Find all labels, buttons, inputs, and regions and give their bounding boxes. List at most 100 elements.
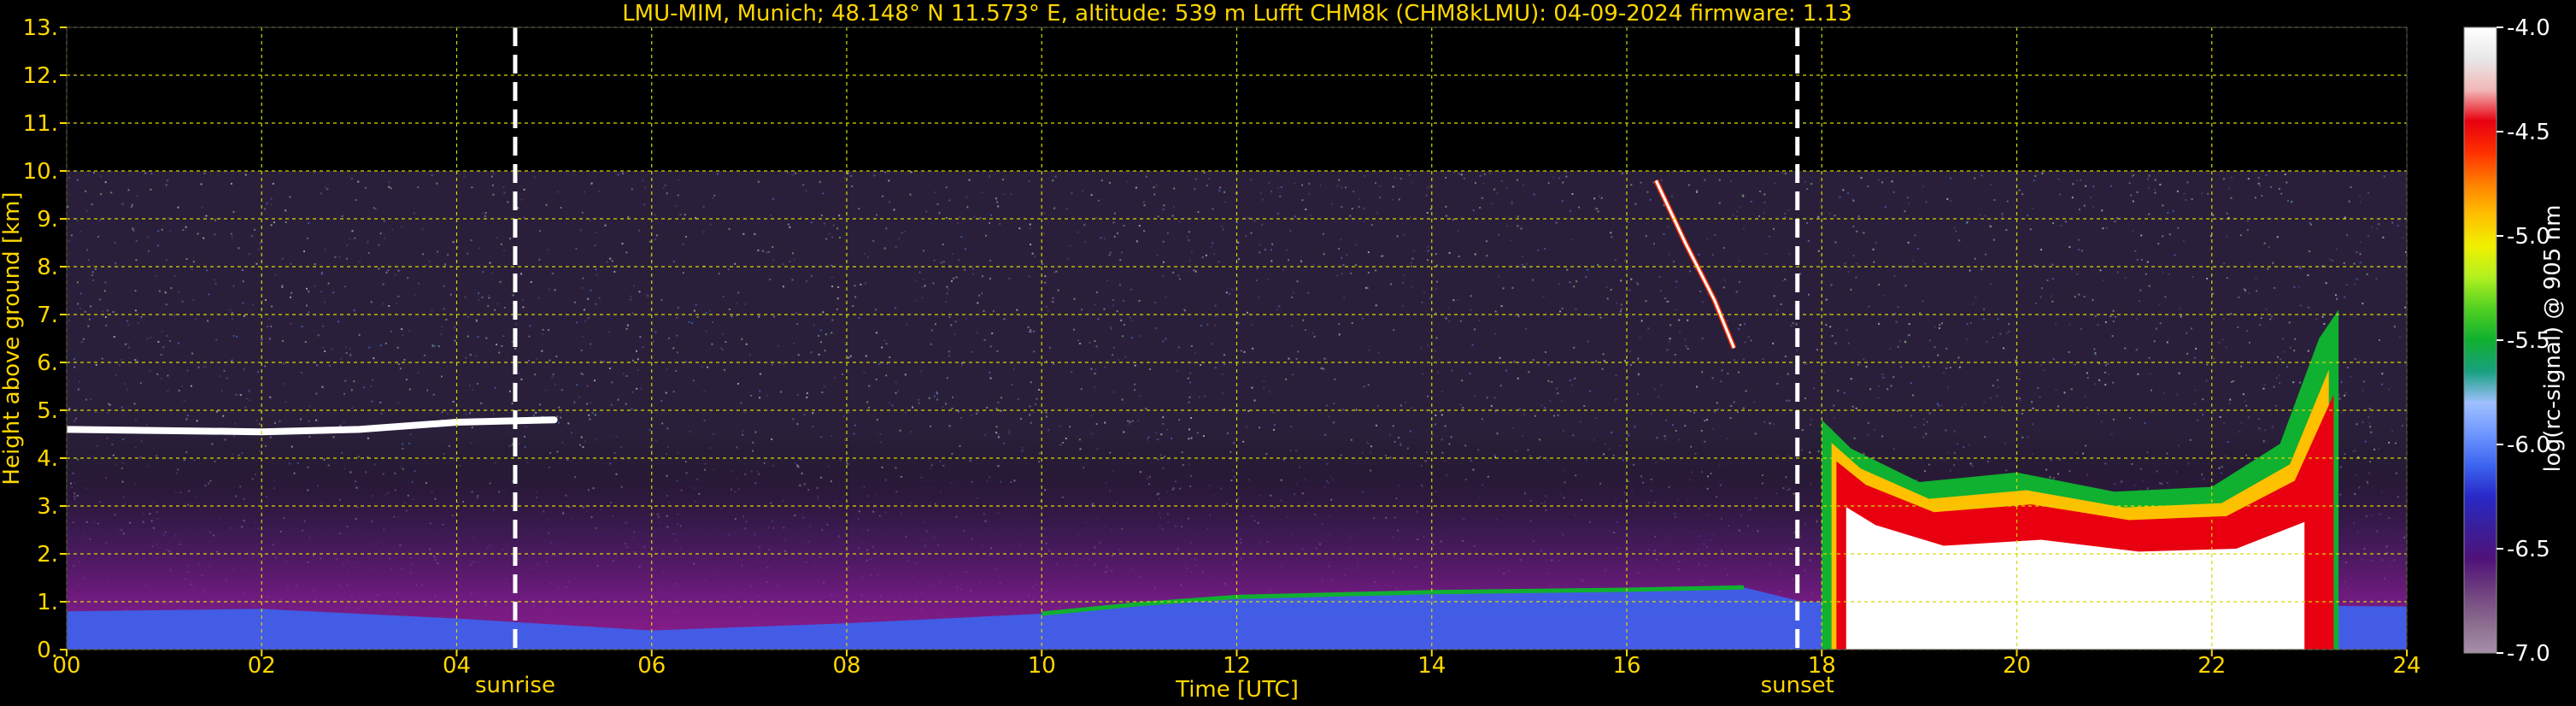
noise-dot [1957,356,1960,359]
noise-dot [789,226,791,228]
noise-dot [1278,305,1281,308]
noise-dot [1773,423,1775,426]
noise-dot [1246,426,1247,428]
noise-dot [1435,288,1437,291]
noise-dot [2083,296,2086,297]
noise-dot [397,295,400,297]
noise-dot [952,396,954,398]
noise-dot [1142,201,1145,203]
noise-dot [1351,322,1353,324]
noise-dot [1481,197,1483,199]
noise-dot [1630,184,1633,186]
noise-dot [1666,349,1669,351]
noise-dot [2021,412,2023,415]
noise-dot [423,354,425,356]
noise-dot [866,401,869,403]
noise-dot [2325,282,2327,285]
noise-dot [996,201,999,203]
noise-dot [685,236,687,238]
noise-dot [1090,415,1093,417]
noise-dot [477,383,479,385]
noise-dot [1462,407,1464,409]
noise-dot [2265,174,2268,177]
y-tick-label: 1. [37,590,58,615]
noise-dot [1408,174,1411,176]
noise-dot [261,338,263,341]
noise-dot [965,317,967,320]
noise-dot [891,404,894,407]
noise-dot [414,294,416,297]
noise-dot [1445,205,1447,208]
noise-dot [373,357,375,360]
noise-dot [2359,241,2362,244]
noise-dot [512,294,514,297]
noise-dot [595,268,597,271]
noise-dot [2190,327,2192,330]
noise-dot [2135,349,2138,351]
noise-dot [1123,225,1125,227]
noise-dot [87,259,90,262]
noise-dot [1522,256,1524,258]
noise-dot [770,215,772,217]
noise-dot [1053,207,1056,209]
noise-dot [339,424,342,427]
noise-dot [1206,185,1208,187]
noise-dot [1945,367,1948,369]
noise-dot [1534,415,1536,417]
x-tick-label: 16 [1612,653,1640,679]
noise-dot [1517,225,1519,227]
noise-dot [259,242,261,244]
noise-dot [999,222,1001,225]
noise-dot [849,355,852,357]
noise-dot [549,359,551,362]
noise-dot [1684,425,1687,427]
noise-dot [452,241,455,244]
noise-dot [1599,316,1602,319]
noise-dot [1435,253,1437,256]
noise-dot [627,215,630,218]
noise-dot [1341,256,1343,259]
noise-dot [132,227,134,230]
noise-dot [1640,320,1643,322]
noise-dot [2381,383,2384,385]
noise-dot [1213,253,1216,256]
noise-dot [80,341,83,344]
noise-dot [1938,404,1940,407]
noise-dot [1795,323,1798,326]
noise-dot [1008,432,1010,434]
noise-dot [793,258,795,261]
noise-dot [1817,215,1820,218]
noise-dot [2244,400,2246,403]
noise-dot [1733,359,1735,362]
noise-dot [610,265,613,267]
noise-dot [2164,296,2167,298]
noise-dot [2391,430,2393,432]
noise-dot [440,333,443,336]
noise-dot [735,303,737,305]
noise-dot [824,385,826,388]
x-tick-label: 20 [2003,653,2031,679]
noise-dot [1080,388,1083,391]
noise-dot [560,207,562,209]
noise-dot [323,301,326,303]
noise-dot [2108,373,2110,375]
noise-dot [2231,380,2233,383]
noise-dot [180,385,183,387]
noise-dot [1294,215,1296,218]
noise-dot [576,384,578,386]
noise-dot [2376,227,2378,230]
noise-dot [2284,174,2286,175]
noise-dot [1917,247,1919,250]
noise-dot [2299,267,2302,269]
noise-dot [1637,392,1639,395]
noise-dot [1270,191,1272,193]
noise-dot [791,174,794,177]
noise-dot [104,181,107,184]
noise-dot [1109,181,1111,184]
noise-dot [75,417,77,420]
x-tick-label: 24 [2392,653,2421,679]
noise-dot [2263,242,2266,244]
noise-dot [272,183,274,185]
noise-dot [2136,317,2139,320]
noise-dot [1810,418,1812,421]
